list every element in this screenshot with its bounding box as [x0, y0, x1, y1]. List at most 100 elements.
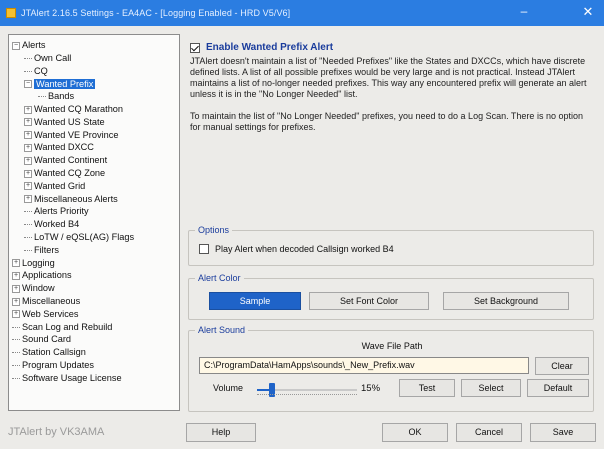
window-title: JTAlert 2.16.5 Settings - EA4AC - [Loggi… [21, 8, 291, 18]
description-paragraph-2: To maintain the list of "No Longer Neede… [190, 111, 583, 132]
tree-item-label: Wanted CQ Marathon [34, 104, 124, 115]
expand-icon[interactable]: + [24, 143, 32, 152]
collapse-icon[interactable]: − [12, 41, 20, 50]
save-button[interactable]: Save [530, 423, 596, 442]
expand-icon[interactable]: + [24, 131, 32, 140]
play-worked-b4-row[interactable]: Play Alert when decoded Callsign worked … [199, 244, 394, 254]
tree-item-software-usage-license[interactable]: Software Usage License [12, 372, 179, 385]
tree-item-logging[interactable]: + Logging [12, 257, 179, 270]
expand-icon[interactable]: + [24, 169, 32, 178]
default-sound-button[interactable]: Default [527, 379, 589, 397]
volume-label: Volume [213, 383, 244, 393]
enable-wanted-prefix-label: Enable Wanted Prefix Alert [206, 42, 334, 53]
expand-icon[interactable]: + [24, 118, 32, 127]
tree-connector [24, 249, 32, 251]
enable-wanted-prefix-row[interactable]: Enable Wanted Prefix Alert [190, 42, 333, 53]
expand-icon[interactable]: + [24, 105, 32, 114]
tree-item-miscellaneous[interactable]: + Miscellaneous [12, 295, 179, 308]
tree-item-wanted-cq-zone[interactable]: + Wanted CQ Zone [12, 167, 179, 180]
tree-item-label: Miscellaneous [22, 296, 81, 307]
tree-item-label: Wanted VE Province [34, 129, 119, 140]
tree-item-wanted-us-state[interactable]: + Wanted US State [12, 116, 179, 129]
tree-item-wanted-prefix[interactable]: − Wanted Prefix [12, 77, 179, 90]
tree-item-label: Station Callsign [22, 347, 86, 358]
tree-item-label: Window [22, 283, 55, 294]
tree-item-cq[interactable]: CQ [12, 65, 179, 78]
tree-item-wanted-ve-province[interactable]: + Wanted VE Province [12, 129, 179, 142]
tree-item-wanted-dxcc[interactable]: + Wanted DXCC [12, 141, 179, 154]
collapse-icon[interactable]: − [24, 79, 32, 88]
tree-item-worked-b4[interactable]: Worked B4 [12, 218, 179, 231]
footer-brand: JTAlert by VK3AMA [8, 426, 105, 438]
tree-item-label: Bands [48, 91, 75, 102]
expand-icon[interactable]: + [24, 195, 32, 204]
clear-button[interactable]: Clear [535, 357, 589, 375]
tree-item-label: Alerts Priority [34, 206, 89, 217]
tree-item-label: Wanted Prefix [34, 78, 96, 89]
tree-connector [12, 377, 20, 379]
options-group: Options Play Alert when decoded Callsign… [188, 225, 594, 266]
set-background-button[interactable]: Set Background [443, 292, 569, 310]
expand-icon[interactable]: + [12, 310, 20, 319]
settings-tree[interactable]: − Alerts Own Call CQ − Wanted Prefix Bands + Wan… [8, 34, 180, 411]
alert-sound-group: Alert Sound Wave File Path C:\ProgramDat… [188, 325, 594, 412]
play-worked-b4-checkbox[interactable] [199, 244, 209, 254]
minimize-button[interactable]: ‒ [512, 3, 536, 21]
test-sound-button[interactable]: Test [399, 379, 455, 397]
tree-item-label: Filters [34, 244, 60, 255]
tree-item-alerts-priority[interactable]: Alerts Priority [12, 205, 179, 218]
expand-icon[interactable]: + [12, 284, 20, 293]
tree-connector [24, 57, 32, 59]
tree-item-scan-log-and-rebuild[interactable]: Scan Log and Rebuild [12, 321, 179, 334]
tree-item-bands[interactable]: Bands [12, 90, 179, 103]
description-paragraph-1: JTAlert doesn't maintain a list of "Need… [190, 56, 587, 99]
tree-item-miscellaneous-alerts[interactable]: + Miscellaneous Alerts [12, 193, 179, 206]
tree-item-wanted-cq-marathon[interactable]: + Wanted CQ Marathon [12, 103, 179, 116]
tree-item-sound-card[interactable]: Sound Card [12, 333, 179, 346]
tree-item-lotw-eqsl-ag-flags[interactable]: LoTW / eQSL(AG) Flags [12, 231, 179, 244]
wave-file-path-field[interactable]: C:\ProgramData\HamApps\sounds\_New_Prefi… [199, 357, 529, 374]
expand-icon[interactable]: + [12, 271, 20, 280]
close-button[interactable]: ✕ [576, 3, 600, 21]
tree-connector [12, 326, 20, 328]
tree-item-alerts[interactable]: − Alerts [12, 39, 179, 52]
tree-item-label: Wanted CQ Zone [34, 168, 106, 179]
tree-item-own-call[interactable]: Own Call [12, 52, 179, 65]
set-font-color-button[interactable]: Set Font Color [309, 292, 429, 310]
expand-icon[interactable]: + [24, 156, 32, 165]
tree-item-wanted-grid[interactable]: + Wanted Grid [12, 180, 179, 193]
tree-item-label: Alerts [22, 40, 46, 51]
alert-sound-group-title: Alert Sound [195, 325, 249, 335]
tree-item-label: Miscellaneous Alerts [34, 193, 118, 204]
volume-slider[interactable] [257, 383, 357, 397]
color-sample-swatch: Sample [209, 292, 301, 310]
description-text: JTAlert doesn't maintain a list of "Need… [190, 56, 592, 144]
tree-item-label: Program Updates [22, 360, 95, 371]
tree-item-window[interactable]: + Window [12, 282, 179, 295]
expand-icon[interactable]: + [24, 182, 32, 191]
ok-button[interactable]: OK [382, 423, 448, 442]
tree-item-filters[interactable]: Filters [12, 244, 179, 257]
tree-item-label: Own Call [34, 52, 72, 63]
play-worked-b4-label: Play Alert when decoded Callsign worked … [215, 244, 394, 254]
select-sound-button[interactable]: Select [461, 379, 521, 397]
tree-item-web-services[interactable]: + Web Services [12, 308, 179, 321]
help-button[interactable]: Help [186, 423, 256, 442]
tree-item-label: Wanted US State [34, 116, 105, 127]
expand-icon[interactable]: + [12, 297, 20, 306]
tree-item-wanted-continent[interactable]: + Wanted Continent [12, 154, 179, 167]
options-group-title: Options [195, 225, 233, 235]
tree-connector [12, 339, 20, 341]
cancel-button[interactable]: Cancel [456, 423, 522, 442]
tree-item-station-callsign[interactable]: Station Callsign [12, 346, 179, 359]
wave-file-path-label: Wave File Path [361, 341, 423, 351]
expand-icon[interactable]: + [12, 259, 20, 268]
tree-connector [24, 237, 32, 239]
tree-connector [24, 70, 32, 72]
tree-item-applications[interactable]: + Applications [12, 269, 179, 282]
volume-slider-ticks [257, 394, 357, 397]
tree-item-label: Web Services [22, 308, 79, 319]
tree-item-program-updates[interactable]: Program Updates [12, 359, 179, 372]
tree-item-label: Scan Log and Rebuild [22, 321, 113, 332]
enable-wanted-prefix-checkbox[interactable] [190, 42, 200, 53]
